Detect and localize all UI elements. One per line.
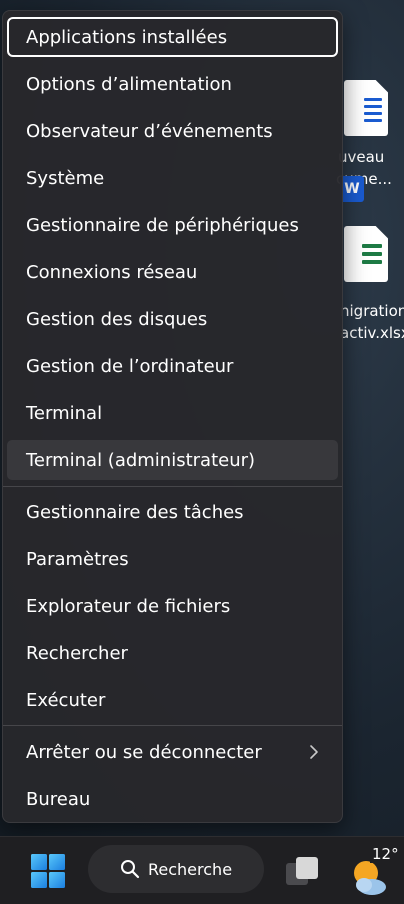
- menu-separator: [3, 486, 342, 487]
- menu-item-settings[interactable]: Paramètres: [7, 539, 338, 579]
- menu-item-label: Gestion de l’ordinateur: [26, 355, 234, 377]
- menu-item-label: Exécuter: [26, 689, 106, 711]
- menu-item-label: Gestionnaire des tâches: [26, 501, 244, 523]
- menu-item-installed-apps[interactable]: Applications installées: [7, 17, 338, 57]
- menu-item-label: Connexions réseau: [26, 261, 198, 283]
- taskbar: Recherche 12°: [0, 836, 404, 904]
- menu-item-desktop[interactable]: Bureau: [7, 779, 338, 819]
- menu-item-label: Options d’alimentation: [26, 73, 232, 95]
- menu-item-label: Terminal: [26, 402, 103, 424]
- word-document-icon: [344, 80, 388, 136]
- menu-item-terminal-admin[interactable]: Terminal (administrateur): [7, 440, 338, 480]
- chevron-right-icon: [310, 745, 318, 759]
- menu-item-system[interactable]: Système: [7, 158, 338, 198]
- menu-item-file-explorer[interactable]: Explorateur de fichiers: [7, 586, 338, 626]
- menu-item-computer-management[interactable]: Gestion de l’ordinateur: [7, 346, 338, 386]
- menu-item-shutdown-signout[interactable]: Arrêter ou se déconnecter: [7, 732, 338, 772]
- menu-item-device-manager[interactable]: Gestionnaire de périphériques: [7, 205, 338, 245]
- menu-item-event-viewer[interactable]: Observateur d’événements: [7, 111, 338, 151]
- windows-logo-icon: [31, 854, 65, 888]
- menu-item-label: Rechercher: [26, 642, 128, 664]
- task-view-button[interactable]: [282, 851, 322, 891]
- menu-item-label: Arrêter ou se déconnecter: [26, 741, 262, 763]
- search-label: Recherche: [148, 859, 233, 879]
- word-badge-icon: W: [340, 176, 364, 202]
- taskbar-search-box[interactable]: Recherche: [88, 845, 264, 893]
- task-view-icon: [286, 857, 318, 885]
- weather-widget[interactable]: 12°: [350, 843, 404, 899]
- start-button[interactable]: [28, 851, 68, 891]
- menu-item-search[interactable]: Rechercher: [7, 633, 338, 673]
- menu-item-disk-management[interactable]: Gestion des disques: [7, 299, 338, 339]
- menu-item-terminal[interactable]: Terminal: [7, 393, 338, 433]
- menu-item-label: Explorateur de fichiers: [26, 595, 231, 617]
- menu-item-task-manager[interactable]: Gestionnaire des tâches: [7, 492, 338, 532]
- excel-spreadsheet-icon: [344, 226, 388, 282]
- menu-item-label: Observateur d’événements: [26, 120, 273, 142]
- menu-item-label: Bureau: [26, 788, 91, 810]
- menu-item-label: Gestion des disques: [26, 308, 208, 330]
- weather-temperature: 12°: [370, 845, 401, 863]
- menu-item-label: Paramètres: [26, 548, 129, 570]
- search-icon: [121, 860, 140, 879]
- menu-item-network-connections[interactable]: Connexions réseau: [7, 252, 338, 292]
- menu-item-power-options[interactable]: Options d’alimentation: [7, 64, 338, 104]
- quick-link-menu: Applications installées Options d’alimen…: [2, 10, 343, 823]
- menu-separator: [3, 725, 342, 726]
- menu-item-label: Applications installées: [26, 26, 228, 48]
- menu-item-label: Système: [26, 167, 105, 189]
- menu-item-label: Terminal (administrateur): [26, 449, 256, 471]
- menu-item-label: Gestionnaire de périphériques: [26, 214, 299, 236]
- menu-item-run[interactable]: Exécuter: [7, 680, 338, 720]
